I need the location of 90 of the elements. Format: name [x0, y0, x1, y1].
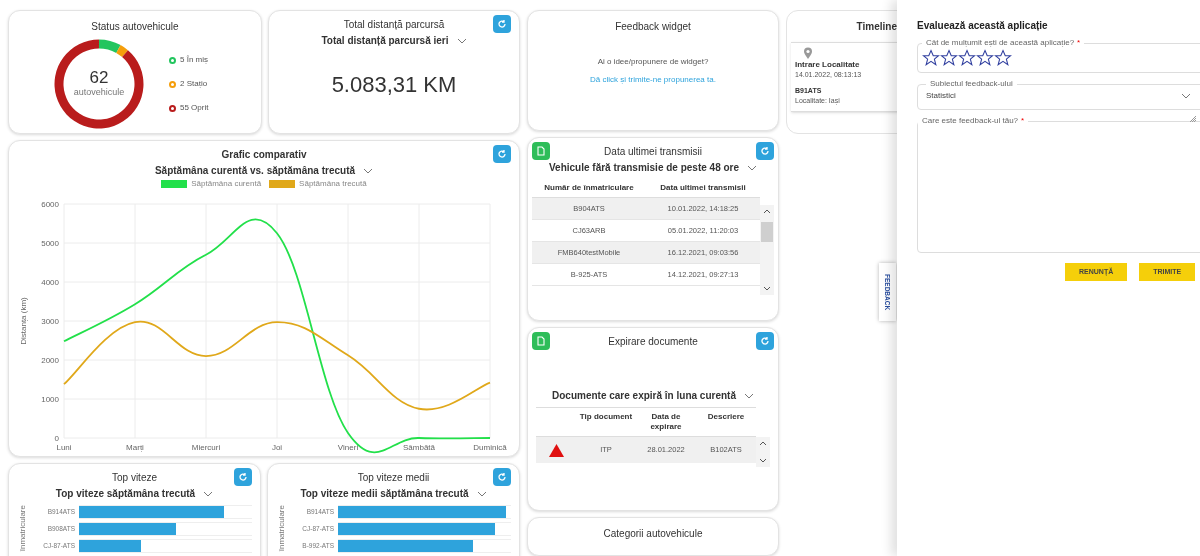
export-button[interactable]	[532, 332, 550, 350]
field-label: Care este feedback-ul tău?	[922, 116, 1019, 125]
document-icon	[537, 336, 545, 346]
rating-star[interactable]	[976, 49, 994, 67]
rating-star[interactable]	[940, 49, 958, 67]
card-title: Status autovehicule	[91, 20, 179, 34]
y-tick-label: 5000	[41, 239, 59, 248]
legend-swatch	[269, 180, 296, 188]
widget-question: Ai o idee/propunere de widget?	[597, 56, 709, 68]
resize-handle-icon	[1189, 115, 1197, 123]
export-button[interactable]	[532, 142, 550, 161]
card-title: Grafic comparativ	[221, 147, 307, 162]
chevron-down-icon	[456, 37, 467, 44]
period-dropdown[interactable]: Vehicule fără transmisie de peste 48 ore	[532, 160, 774, 176]
refresh-icon	[238, 472, 248, 482]
period-dropdown[interactable]: Săptămâna curentă vs. săptămâna trecută	[13, 163, 515, 178]
y-tick-label: 1000	[41, 395, 59, 404]
subject-select[interactable]: Subiectul feedback-ului Statistici	[917, 78, 1200, 110]
map-pin-icon	[803, 47, 813, 60]
chevron-down-icon	[1181, 93, 1191, 99]
refresh-icon	[760, 336, 770, 346]
refresh-button[interactable]	[493, 15, 511, 33]
card-title: Data ultimei transmisii	[604, 144, 702, 159]
refresh-button[interactable]	[493, 468, 511, 486]
column-header: Număr de înmatriculare	[543, 182, 635, 195]
refresh-button[interactable]	[756, 142, 774, 161]
y-tick-label: 0	[54, 434, 59, 443]
period-dropdown[interactable]: Top viteze medii săptămâna trecută	[276, 486, 511, 501]
y-tick-label: 4000	[41, 278, 59, 287]
x-tick-label: Vineri	[337, 443, 359, 452]
refresh-icon	[497, 19, 507, 29]
refresh-icon	[497, 472, 507, 482]
warning-icon	[548, 443, 564, 457]
distance-value: 5.083,31 KM	[330, 71, 458, 99]
refresh-button[interactable]	[234, 468, 252, 486]
card-title: Feedback widget	[615, 20, 691, 34]
y-tick-label: 2000	[41, 356, 59, 365]
chevron-down-icon	[203, 490, 214, 497]
x-tick-label: Marți	[126, 443, 144, 452]
vehicle-total: 62	[89, 68, 109, 86]
period-dropdown[interactable]: Documente care expiră în luna curentă	[532, 388, 774, 403]
refresh-button[interactable]	[756, 332, 774, 350]
field-label: Subiectul feedback-ului	[930, 79, 1013, 88]
card-title: Top viteze	[112, 470, 157, 485]
refresh-icon	[760, 146, 770, 157]
x-tick-label: Joi	[271, 443, 283, 452]
vehicle-total-label: autovehicule	[73, 85, 125, 99]
status-label: 5 În miș	[180, 54, 208, 66]
period-dropdown[interactable]: Total distanță parcursă ieri	[277, 33, 511, 48]
feedback-textarea[interactable]: Care este feedback-ul tău? *	[917, 115, 1200, 253]
x-tick-label: Luni	[56, 443, 72, 452]
rating-star[interactable]	[922, 49, 940, 67]
x-tick-label: Duminică	[473, 443, 507, 452]
column-header: Data ultimei transmisii	[659, 182, 747, 195]
legend-swatch	[161, 180, 188, 188]
card-title: Expirare documente	[608, 334, 698, 349]
legend-label: Săptămâna trecută	[299, 178, 367, 190]
chevron-down-icon	[743, 392, 754, 399]
column-header: Descriere	[706, 411, 746, 423]
y-tick-label: 6000	[41, 200, 59, 209]
card-title: Total distanță parcursă	[343, 17, 445, 32]
y-tick-label: 3000	[41, 317, 59, 326]
card-title: Categorii autovehicule	[603, 526, 703, 541]
column-header: Data de expirare	[649, 411, 683, 433]
field-label: Cât de mulțumit ești de această aplicație?	[926, 38, 1075, 47]
select-value: Statistici	[926, 90, 956, 102]
axis-label: înmatriculare	[17, 505, 28, 552]
chevron-down-icon	[363, 167, 374, 174]
card-title: Timeline	[856, 20, 898, 34]
required-mark: *	[1021, 116, 1025, 125]
legend-label: Săptămâna curentă	[191, 178, 262, 190]
x-tick-label: Sâmbătă	[403, 443, 435, 452]
axis-label: înmatriculare	[276, 505, 287, 552]
refresh-button[interactable]	[493, 145, 511, 163]
card-title: Top viteze medii	[357, 470, 430, 485]
panel-title: Evaluează această aplicație	[917, 19, 1049, 33]
chevron-down-icon	[747, 164, 758, 171]
period-dropdown[interactable]: Top viteze săptămâna trecută	[17, 486, 252, 501]
refresh-icon	[497, 149, 507, 159]
status-label: 55 Oprit	[180, 102, 209, 114]
chevron-down-icon	[476, 490, 487, 497]
x-tick-label: Miercuri	[191, 443, 221, 452]
rating-star[interactable]	[958, 49, 976, 67]
rating-star[interactable]	[994, 49, 1012, 67]
event-title: Intrare Localitate	[795, 60, 861, 70]
column-header: Tip document	[578, 411, 634, 423]
required-mark: *	[1077, 38, 1081, 47]
document-icon	[537, 146, 545, 157]
y-axis-label: Distanța (km)	[19, 297, 28, 345]
status-label: 2 Stațio	[180, 78, 208, 90]
